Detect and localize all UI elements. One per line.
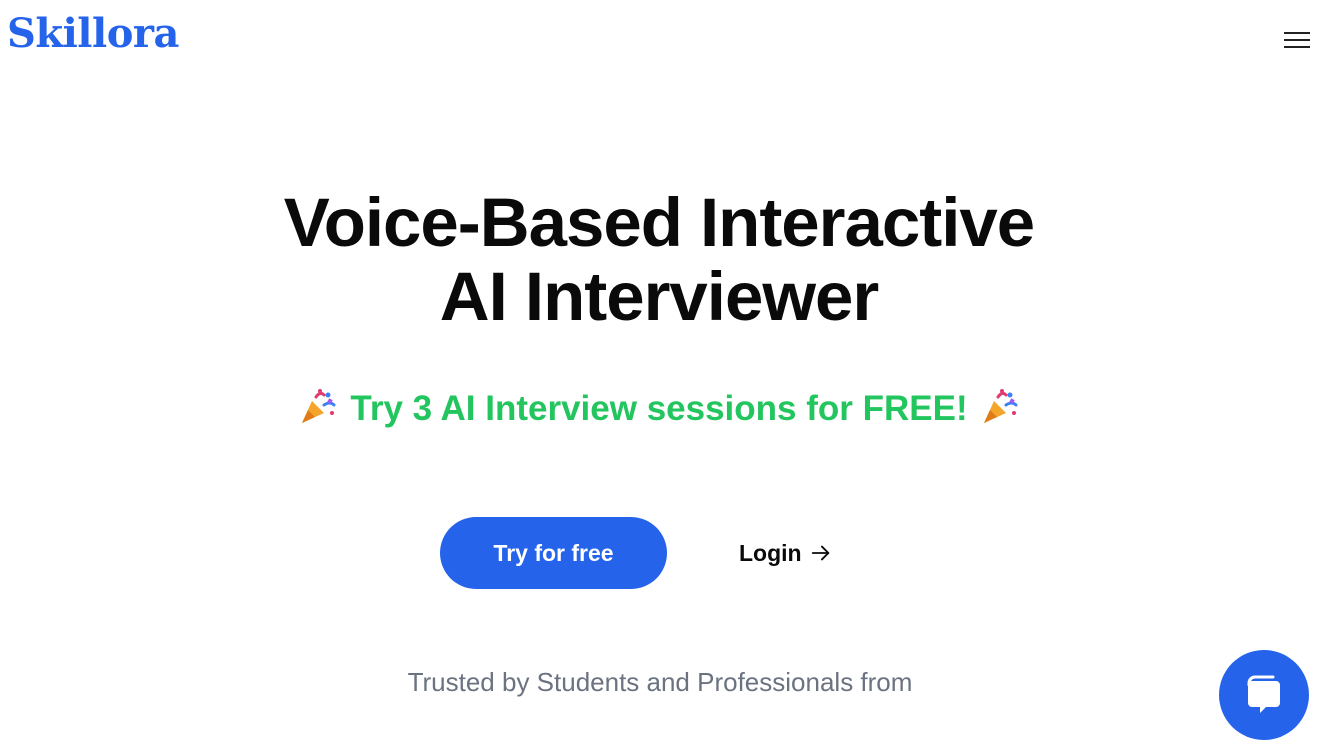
- hero-title: Voice-Based Interactive AI Interviewer: [0, 186, 1318, 334]
- promo-text: Try 3 AI Interview sessions for FREE!: [350, 389, 968, 428]
- hamburger-menu-icon[interactable]: [1282, 27, 1312, 53]
- login-link[interactable]: Login: [739, 536, 832, 570]
- promo-banner: Try 3 AI Interview sessions for FREE!: [0, 386, 1318, 432]
- brand-logo[interactable]: Skillora: [7, 14, 179, 54]
- hero-title-line2: AI Interviewer: [439, 258, 880, 335]
- chat-bubble-icon: [1247, 675, 1280, 713]
- login-label: Login: [739, 539, 802, 566]
- try-for-free-button[interactable]: Try for free: [440, 517, 667, 589]
- arrow-right-icon: [811, 545, 829, 561]
- trusted-by-text: Trusted by Students and Professionals fr…: [407, 667, 913, 697]
- header: Skillora: [0, 0, 1318, 80]
- party-popper-icon: [983, 389, 1018, 423]
- hero-title-line1: Voice-Based Interactive: [283, 184, 1035, 261]
- party-popper-icon: [302, 389, 336, 423]
- chat-widget-button[interactable]: [1219, 650, 1309, 740]
- landing-page: Skillora Voice-Based Interactive AI Inte…: [0, 0, 1318, 747]
